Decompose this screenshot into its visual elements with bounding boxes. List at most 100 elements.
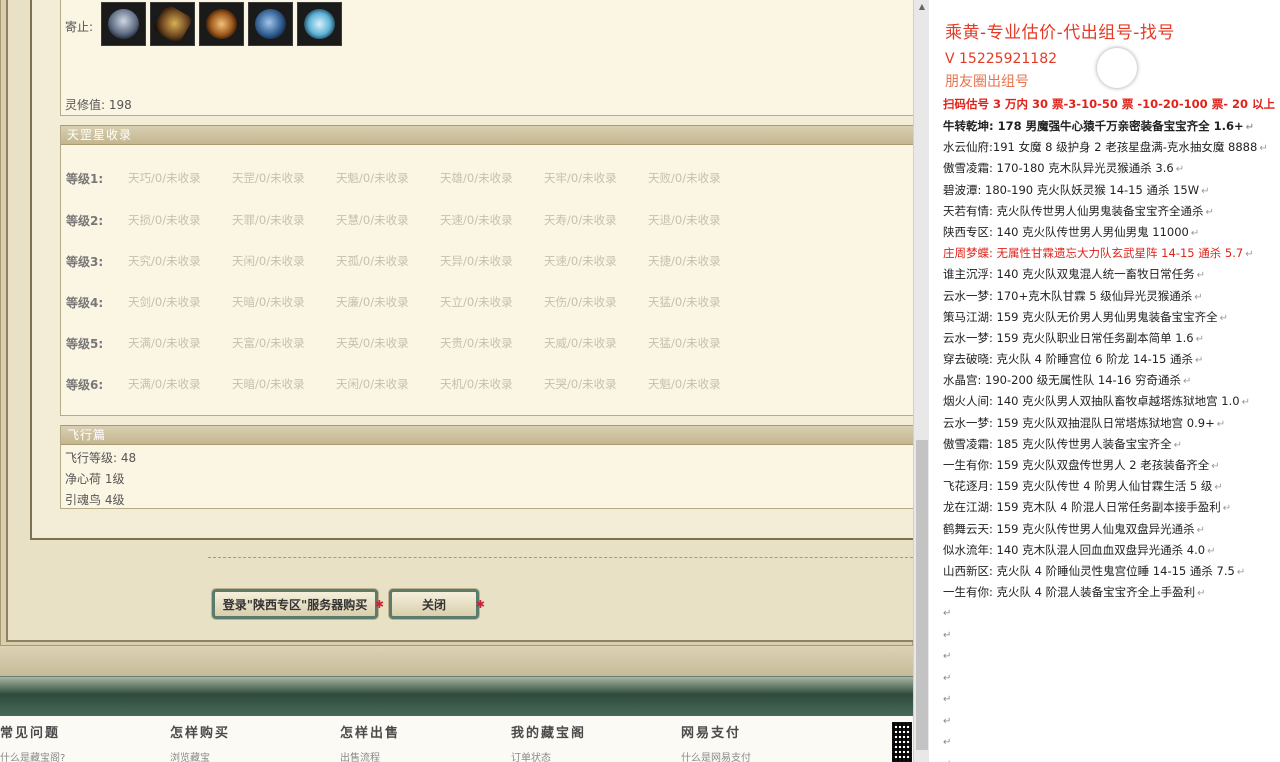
level-star-cell: 天暗/0/未收录 bbox=[232, 295, 305, 309]
note-line: 山西新区: 克火队 4 阶睡仙灵性鬼宫位睡 14-15 通杀 7.5 ↵ bbox=[943, 561, 1280, 582]
browser-scrollbar[interactable]: ▲ bbox=[913, 0, 929, 762]
note-line-text: 一生有你: 159 克火队双盘传世男人 2 老孩装备齐全 bbox=[943, 458, 1210, 472]
note-line-text: 鹤舞云天: 159 克火队传世男人仙鬼双盘异光通杀 bbox=[943, 521, 1195, 536]
lingxiu-value: 灵修值: 198 bbox=[65, 98, 132, 112]
section-header: 天罡星收录 bbox=[61, 125, 913, 145]
note-line-text: 陕西专区: 140 克火队传世男人男仙男鬼 11000 bbox=[943, 224, 1189, 239]
paragraph-mark-icon: ↵ bbox=[943, 608, 952, 620]
note-line: 水云仙府:191 女魔 8 级护身 2 老孩星盘满-克水抽女魔 8888 ↵ bbox=[943, 137, 1280, 158]
footer-link[interactable]: 什么是网易支付 bbox=[681, 749, 751, 762]
scroll-up-icon[interactable]: ▲ bbox=[914, 0, 930, 14]
paragraph-mark-icon: ↵ bbox=[1214, 482, 1223, 494]
paragraph-mark-icon: ↵ bbox=[1207, 545, 1216, 557]
paragraph-mark-icon: ↵ bbox=[1216, 418, 1226, 430]
close-button[interactable]: 关闭 ✱ bbox=[389, 589, 485, 619]
note-line-text: 云水一梦: 159 克火队双抽混队日常塔炼狱地宫 0.9+ bbox=[943, 415, 1215, 430]
level-row: 等级1: 天巧/0/未收录 天罡/0/未收录 天魁/0/未收录 天雄/0/未收录 天牢/0… bbox=[66, 169, 752, 187]
note-line: 一生有你: 159 克火队双盘传世男人 2 老孩装备齐全 ↵ bbox=[943, 455, 1280, 476]
notepad-panel[interactable]: 乘黄-专业估价-代出组号-找号 V 15225921182 朋友圈出组号 扫码估… bbox=[929, 0, 1280, 762]
note-line-text: 似水流年: 140 克木队混人回血血双盘异光通杀 4.0 bbox=[943, 542, 1206, 557]
level-star-cell: 天巧/0/未收录 bbox=[128, 171, 201, 185]
note-line: 陕西专区: 140 克火队传世男人男仙男鬼 11000 ↵ bbox=[943, 222, 1280, 243]
note-line-text: 山西新区: 克火队 4 阶睡仙灵性鬼宫位睡 14-15 通杀 7.5 bbox=[943, 563, 1235, 578]
level-star-cell: 天威/0/未收录 bbox=[544, 336, 617, 350]
level-star-cell: 天异/0/未收录 bbox=[440, 254, 513, 268]
note-line-text: 一生有你: 克火队 4 阶混人装备宝宝齐全上手盈利 bbox=[943, 585, 1196, 600]
note-line-text: 龙在江湖: 159 克木队 4 阶混人日常任务副本接手盈利 bbox=[943, 500, 1221, 515]
level-star-cell: 天速/0/未收录 bbox=[440, 213, 513, 227]
footer-col-pay: 网易支付 什么是网易支付 bbox=[681, 722, 751, 762]
star-icon: ✱ bbox=[374, 598, 384, 611]
level-star-cell: 天伤/0/未收录 bbox=[544, 295, 617, 309]
tiangang-collection-section: 天罡星收录 等级1: 天巧/0/未收录 天罡/0/未收录 天魁/0/未收录 天雄/0/未… bbox=[60, 125, 913, 416]
note-line: 似水流年: 140 克木队混人回血血双盘异光通杀 4.0 ↵ bbox=[943, 540, 1280, 561]
paragraph-mark-icon: ↵ bbox=[1211, 461, 1220, 472]
level-label: 等级5: bbox=[66, 336, 104, 351]
footer-col-my: 我的藏宝阁 订单状态 bbox=[511, 722, 586, 762]
level-star-cell: 天机/0/未收录 bbox=[440, 377, 513, 391]
note-line: 水晶宫: 190-200 级无属性队 14-16 穷奇通杀 ↵ bbox=[943, 370, 1280, 391]
paragraph-mark-icon: ↵ bbox=[1196, 524, 1206, 536]
level-star-cell: 天退/0/未收录 bbox=[648, 213, 721, 227]
qr-code-icon bbox=[892, 722, 912, 762]
paragraph-mark-icon: ↵ bbox=[943, 737, 952, 749]
watermark-icon bbox=[1097, 48, 1137, 88]
footer-col-faq: 常见问题 什么是藏宝阁? bbox=[0, 722, 65, 762]
note-line: 傲雪凌霜: 170-180 克木队异光灵猴通杀 3.6 ↵ bbox=[943, 158, 1280, 179]
footer-heading: 网易支付 bbox=[681, 726, 742, 741]
paragraph-mark-icon: ↵ bbox=[1197, 588, 1206, 600]
storage-item-thumbnail[interactable] bbox=[199, 2, 244, 46]
note-line: 庄周梦蝶: 无属性甘霖遗忘大力队玄武星阵 14-15 通杀 5.7 ↵ bbox=[943, 243, 1280, 264]
note-line-text: 云水一梦: 170+克木队甘霖 5 级仙异光灵猴通杀 bbox=[943, 288, 1193, 303]
level-label: 等级4: bbox=[66, 295, 104, 310]
star-icon: ✱ bbox=[475, 598, 485, 611]
note-line: 烟火人间: 140 克火队男人双抽队畜牧卓越塔炼狱地宫 1.0 ↵ bbox=[943, 391, 1280, 412]
level-star-cell: 天剑/0/未收录 bbox=[128, 295, 201, 309]
note-line-text: 云水一梦: 159 克火队职业日常任务副本简单 1.6 bbox=[943, 330, 1194, 345]
note-line-text: 碧波潭: 180-190 克火队妖灵猴 14-15 通杀 15W bbox=[943, 182, 1200, 197]
paragraph-mark-icon: ↵ bbox=[1190, 227, 1200, 239]
storage-item-thumbnail[interactable] bbox=[248, 2, 293, 46]
level-row: 等级4: 天剑/0/未收录 天暗/0/未收录 天廉/0/未收录 天立/0/未收录 天伤/0… bbox=[66, 293, 752, 311]
notes-phone: V 15225921182 bbox=[945, 51, 1058, 67]
divider bbox=[208, 557, 913, 558]
footer-link[interactable]: 出售流程 bbox=[340, 749, 400, 762]
paragraph-mark-icon: ↵ bbox=[1175, 164, 1185, 176]
paragraph-mark-icon: ↵ bbox=[943, 629, 952, 641]
storage-item-thumbnail[interactable] bbox=[101, 2, 146, 46]
item-icon bbox=[108, 9, 139, 39]
note-line: 鹤舞云天: 159 克火队传世男人仙鬼双盘异光通杀 ↵ bbox=[943, 519, 1280, 540]
note-line-text: 傲雪凌霜: 185 克火队传世男人装备宝宝齐全 bbox=[943, 436, 1172, 451]
flight-section: 飞行篇 飞行等级: 48 净心荷 1级 引魂鸟 4级 bbox=[60, 425, 913, 509]
footer-heading: 怎样购买 bbox=[170, 726, 231, 741]
note-line: 策马江湖: 159 克火队无价男人男仙男鬼装备宝宝齐全 ↵ bbox=[943, 307, 1280, 328]
footer-decor bbox=[0, 646, 913, 676]
note-line: 天若有情: 克火队传世男人仙男鬼装备宝宝齐全通杀 ↵ bbox=[943, 201, 1280, 222]
login-server-buy-button[interactable]: 登录"陕西专区"服务器购买 ✱ bbox=[212, 589, 384, 619]
level-label: 等级3: bbox=[66, 254, 104, 269]
storage-item-thumbnail[interactable] bbox=[150, 2, 195, 46]
paragraph-mark-icon: ↵ bbox=[1241, 397, 1250, 409]
level-star-cell: 天究/0/未收录 bbox=[128, 254, 201, 268]
footer-link[interactable]: 订单状态 bbox=[511, 749, 586, 762]
note-line-text: 飞花逐月: 159 克火队传世 4 阶男人仙甘霖生活 5 级 bbox=[943, 479, 1213, 494]
paragraph-mark-icon: ↵ bbox=[1245, 122, 1255, 133]
item-icon bbox=[206, 9, 237, 39]
footer-link[interactable]: 什么是藏宝阁? bbox=[0, 749, 65, 762]
level-star-cell: 天罪/0/未收录 bbox=[232, 213, 305, 227]
scroll-thumb[interactable] bbox=[916, 440, 928, 750]
paragraph-mark-icon: ↵ bbox=[1236, 566, 1246, 578]
level-star-cell: 天寿/0/未收录 bbox=[544, 213, 617, 227]
note-line: 云水一梦: 159 克火队双抽混队日常塔炼狱地宫 0.9+ ↵ bbox=[943, 413, 1280, 434]
note-line: 傲雪凌霜: 185 克火队传世男人装备宝宝齐全 ↵ bbox=[943, 434, 1280, 455]
level-star-cell: 天英/0/未收录 bbox=[336, 336, 409, 350]
level-star-cell: 天贵/0/未收录 bbox=[440, 336, 513, 350]
level-star-cell: 天损/0/未收录 bbox=[128, 213, 201, 227]
note-line: 牛转乾坤: 178 男魔强牛心猿千万亲密装备宝宝齐全 1.6+ ↵ bbox=[943, 116, 1280, 137]
paragraph-mark-icon: ↵ bbox=[1194, 291, 1203, 303]
level-star-cell: 天猛/0/未收录 bbox=[648, 295, 721, 309]
storage-item-thumbnail[interactable] bbox=[297, 2, 342, 46]
item-icon bbox=[255, 9, 286, 39]
level-star-cell: 天闲/0/未收录 bbox=[336, 377, 409, 391]
footer-link[interactable]: 浏览藏宝 bbox=[170, 749, 230, 762]
